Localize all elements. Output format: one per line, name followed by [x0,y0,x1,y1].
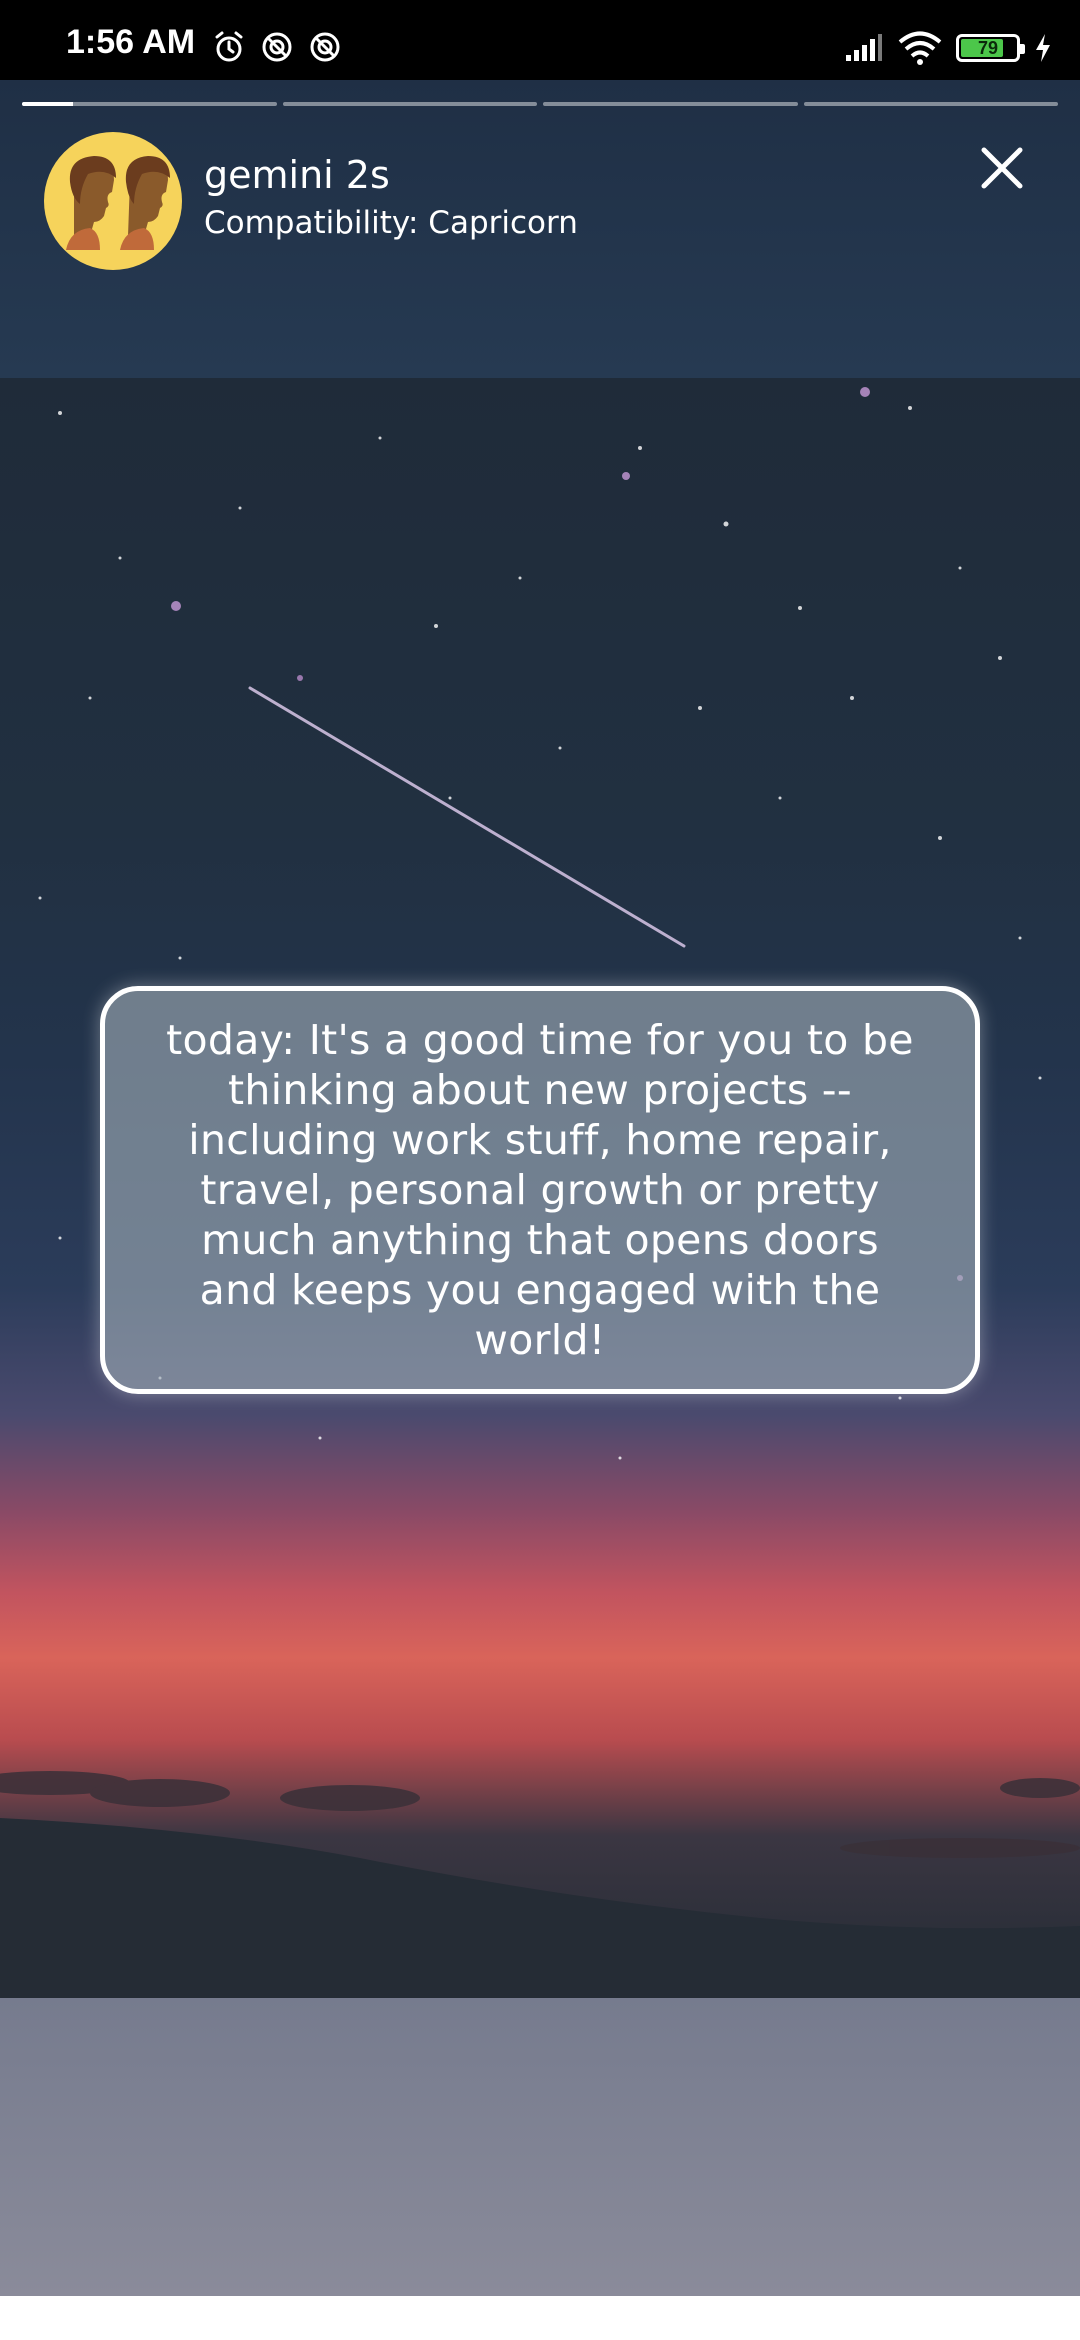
status-icons-left [212,30,342,64]
status-time: 1:56 AM [66,23,196,61]
sync-off-icon [310,32,340,62]
horoscope-card: today: It's a good time for you to be th… [100,986,980,1394]
close-button[interactable] [972,138,1032,198]
story-header: gemini 2s Compatibility: Capricorn [0,80,1080,378]
status-bar: 1:56 AM 79 [0,0,1080,80]
battery-level: 79 [977,38,999,58]
gemini-twins-icon [44,132,182,270]
story-progress-segment [803,102,1058,106]
wifi-icon [898,31,942,65]
battery-tip [1020,44,1025,54]
compatibility-label: Compatibility: Capricorn [204,205,578,241]
sync-off-icon [262,32,292,62]
status-icons-right: 79 [844,28,1052,68]
story-progress-fill [22,102,73,106]
story-progress-segment [543,102,798,106]
story-progress [22,102,1058,108]
signal-icon [846,34,882,61]
battery-icon: 79 [956,34,1025,62]
charging-icon [1036,34,1050,62]
horoscope-text: today: It's a good time for you to be th… [166,1016,914,1364]
profile-name: gemini 2s [204,153,390,197]
story-progress-segment [282,102,537,106]
navigation-bar [0,2296,1080,2340]
story-progress-segment [22,102,277,106]
close-icon [981,147,1023,189]
story-image[interactable]: today: It's a good time for you to be th… [0,378,1080,1998]
alarm-icon [215,31,243,62]
bottom-panel [0,1998,1080,2296]
